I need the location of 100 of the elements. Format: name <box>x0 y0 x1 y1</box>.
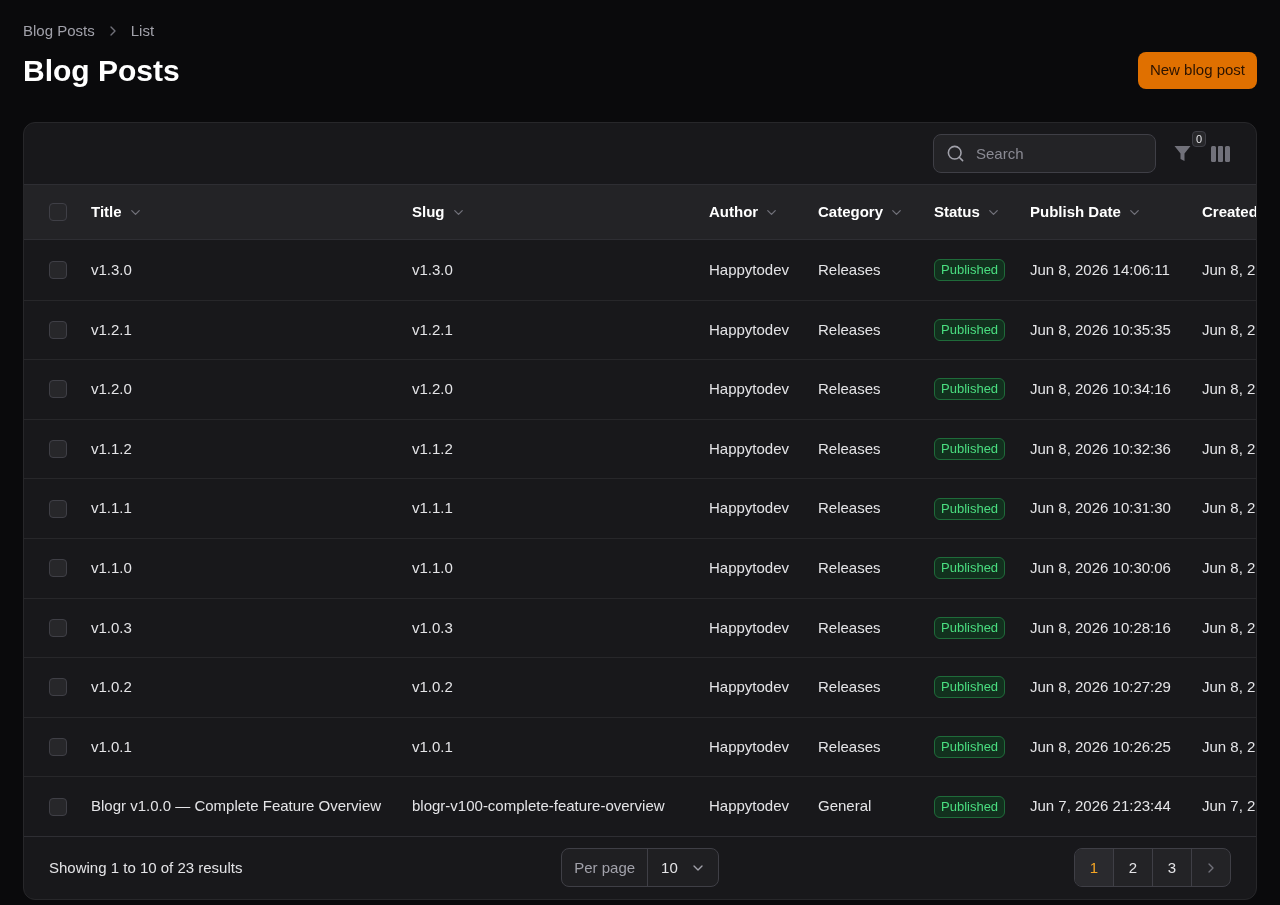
table-cell-text: Releases <box>818 438 881 459</box>
breadcrumb-link[interactable]: Blog Posts <box>23 19 95 43</box>
table-cell-text: v1.2.0 <box>91 379 132 400</box>
table-cell-text: blogr-v100-complete-feature-overview <box>412 796 665 817</box>
filter-count-badge: 0 <box>1192 131 1207 147</box>
table-cell-text: Releases <box>818 259 881 280</box>
checkbox[interactable] <box>49 203 67 221</box>
table-cell-text: Happytodev <box>709 617 790 638</box>
table-cell-text: Happytodev <box>709 379 790 400</box>
table-cell-text: Happytodev <box>709 259 790 280</box>
table-cell-text: Happytodev <box>709 498 790 519</box>
breadcrumb-link[interactable]: List <box>130 19 155 43</box>
table-cell-text: v1.0.1 <box>91 736 132 757</box>
column-header[interactable]: Created <box>1202 200 1256 224</box>
status-badge: Published <box>934 795 1006 818</box>
table-cell-text: v1.0.2 <box>91 677 132 698</box>
table-cell-text: Jun 8, 2 <box>1202 498 1256 519</box>
table-cell-text: Jun 8, 2026 10:27:29 <box>1030 677 1171 698</box>
new-post-button[interactable]: New blog post <box>1137 52 1257 89</box>
table-cell-text: v1.0.1 <box>412 736 453 757</box>
table-cell-text: v1.2.0 <box>412 379 453 400</box>
table-cell-text: Jun 8, 2026 10:34:16 <box>1030 379 1171 400</box>
table-cell-text: Blogr v1.0.0 — Complete Feature Overview <box>91 796 382 817</box>
checkbox[interactable] <box>49 260 67 279</box>
search-field[interactable]: Search <box>933 134 1156 173</box>
checkbox[interactable] <box>49 380 67 399</box>
table-cell-text: Jun 8, 2 <box>1202 677 1256 698</box>
table-cell-text: Jun 8, 2026 10:26:25 <box>1030 736 1171 757</box>
table-cell-text: Releases <box>818 558 881 578</box>
table-cell-text: Jun 7, 2026 21:23:44 <box>1030 796 1171 817</box>
table-cell-text: v1.3.0 <box>91 259 132 280</box>
table-cell-text: Jun 8, 2 <box>1202 617 1256 638</box>
status-badge: Published <box>934 557 1006 580</box>
table-cell-text: Happytodev <box>709 438 790 459</box>
status-badge: Published <box>934 438 1006 461</box>
table-cell-text: Jun 8, 2026 10:28:16 <box>1030 617 1171 638</box>
column-header[interactable]: Status <box>934 200 1001 224</box>
table-cell-text: Releases <box>818 498 881 519</box>
status-badge: Published <box>934 378 1006 401</box>
table-cell-text: Happytodev <box>709 558 790 578</box>
status-badge: Published <box>934 616 1006 639</box>
table-cell-text: Happytodev <box>709 796 790 817</box>
table-cell-text: Jun 8, 2026 14:06:11 <box>1030 259 1170 280</box>
table-cell-text: Releases <box>818 379 881 400</box>
status-badge: Published <box>934 258 1006 281</box>
columns-icon[interactable] <box>1211 145 1230 162</box>
status-badge: Published <box>934 497 1006 520</box>
search-icon <box>946 144 965 163</box>
table-cell-text: v1.0.2 <box>412 677 453 698</box>
checkbox[interactable] <box>49 797 67 816</box>
page-button[interactable]: 2 <box>1114 849 1153 887</box>
column-header[interactable]: Title <box>91 200 143 224</box>
table-cell-text: v1.2.1 <box>412 319 453 340</box>
page-button[interactable]: 1 <box>1075 849 1114 887</box>
checkbox[interactable] <box>49 678 67 697</box>
table-cell-text: v1.1.0 <box>412 558 453 578</box>
checkbox[interactable] <box>49 440 67 459</box>
table-cell-text: Releases <box>818 319 881 340</box>
page-button[interactable]: 3 <box>1153 849 1192 887</box>
table-cell-text: v1.0.3 <box>91 617 132 638</box>
table-cell-text: Jun 8, 2 <box>1202 319 1256 340</box>
table-cell-text: Jun 8, 2026 10:32:36 <box>1030 438 1171 459</box>
results-summary: Showing 1 to 10 of 23 results <box>49 857 243 878</box>
table-cell-text: Jun 8, 2026 10:31:30 <box>1030 498 1171 519</box>
table-cell-text: Releases <box>818 736 881 757</box>
table-cell-text: Jun 8, 2 <box>1202 438 1256 459</box>
table-cell-text: Releases <box>818 617 881 638</box>
status-badge: Published <box>934 676 1006 699</box>
column-header[interactable]: Author <box>709 200 780 224</box>
table-cell-text: v1.1.2 <box>412 438 453 459</box>
column-header[interactable]: Category <box>818 200 905 224</box>
page-title: Blog Posts <box>23 53 180 89</box>
checkbox[interactable] <box>49 559 67 578</box>
table-cell-text: Happytodev <box>709 677 790 698</box>
table-cell-text: Jun 8, 2026 10:30:06 <box>1030 558 1171 578</box>
table-cell-text: Jun 7, 2 <box>1202 796 1256 817</box>
table-cell-text: v1.2.1 <box>91 319 132 340</box>
column-header[interactable]: Slug <box>412 200 466 224</box>
checkbox[interactable] <box>49 738 67 757</box>
table-cell-text: General <box>818 796 872 817</box>
table-cell-text: v1.0.3 <box>412 617 453 638</box>
checkbox[interactable] <box>49 320 67 339</box>
checkbox[interactable] <box>49 499 67 518</box>
table-cell-text: v1.1.0 <box>91 558 132 578</box>
column-header[interactable]: Publish Date <box>1030 200 1142 224</box>
table-cell-text: v1.1.2 <box>91 438 132 459</box>
checkbox[interactable] <box>49 618 67 637</box>
filter-icon[interactable] <box>1174 145 1191 162</box>
table-cell-text: Releases <box>818 677 881 698</box>
table-cell-text: v1.1.1 <box>412 498 453 519</box>
per-page-label: Per page <box>573 857 637 878</box>
table-cell-text: Happytodev <box>709 319 790 340</box>
table-cell-text: v1.1.1 <box>91 498 132 519</box>
table-cell-text: Jun 8, 2 <box>1202 736 1256 757</box>
table-cell-text: v1.3.0 <box>412 259 453 280</box>
status-badge: Published <box>934 318 1006 341</box>
table-cell-text: Jun 8, 2 <box>1202 259 1256 280</box>
table-cell-text: Happytodev <box>709 736 790 757</box>
per-page-select[interactable]: 10 <box>647 849 718 887</box>
table-cell-text: Jun 8, 2 <box>1202 558 1256 578</box>
